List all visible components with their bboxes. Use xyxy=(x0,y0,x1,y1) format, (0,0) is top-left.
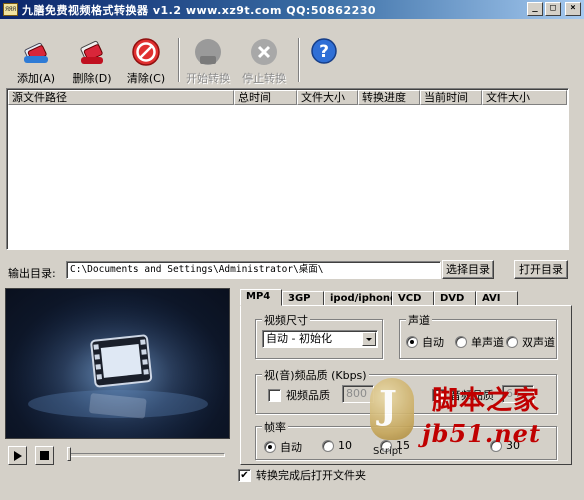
video-quality-label: 视频品质 xyxy=(286,389,330,402)
film-reel-icon xyxy=(6,289,229,438)
start-convert-icon xyxy=(192,36,224,68)
open-folder-after-label: 转换完成后打开文件夹 xyxy=(256,469,366,482)
channel-stereo-label: 双声道 xyxy=(522,336,555,349)
column-header[interactable]: 源文件路径 xyxy=(8,90,234,105)
checkbox-box: ✔ xyxy=(238,468,251,482)
tab-dvd[interactable]: DVD xyxy=(434,291,476,306)
column-header[interactable]: 文件大小 xyxy=(297,90,358,105)
quality-title: 视(音)频品质 (Kbps) xyxy=(262,367,369,383)
open-directory-button[interactable]: 打开目录 xyxy=(514,260,568,279)
file-list-header: 源文件路径 总时间 文件大小 转换进度 当前时间 文件大小 xyxy=(8,90,567,105)
video-quality-checkbox[interactable]: 视频品质 xyxy=(268,387,330,403)
no-entry-icon xyxy=(130,36,162,68)
watermark-logo: J Script 脚本之家 jb51.net xyxy=(370,378,576,468)
channel-title: 声道 xyxy=(406,312,432,328)
column-header[interactable]: 文件大小 xyxy=(482,90,567,105)
start-convert-button[interactable]: 开始转换 xyxy=(180,36,236,86)
format-tabs: MP4 3GP ipod/iphone VCD DVD AVI xyxy=(240,289,518,306)
seek-thumb[interactable] xyxy=(67,447,71,461)
tab-avi[interactable]: AVI xyxy=(476,291,518,306)
close-button[interactable]: × xyxy=(565,2,581,16)
tab-vcd[interactable]: VCD xyxy=(392,291,434,306)
watermark-brand: 脚本之家 xyxy=(432,386,541,416)
watermark-script: Script xyxy=(373,446,403,457)
stop-square-icon xyxy=(40,451,49,460)
open-folder-after-checkbox[interactable]: ✔ 转换完成后打开文件夹 xyxy=(238,467,366,483)
svg-text:?: ? xyxy=(319,42,329,62)
title-bar[interactable]: ЯЯЯ 九膳免费视频格式转换器 v1.2 www.xz9t.com QQ:508… xyxy=(0,0,584,19)
start-convert-label: 开始转换 xyxy=(186,72,230,85)
channel-auto-radio[interactable]: 自动 xyxy=(406,334,444,350)
watermark-url: jb51.net xyxy=(422,419,542,448)
channel-auto-label: 自动 xyxy=(422,336,444,349)
play-icon xyxy=(14,450,22,461)
channel-stereo-radio[interactable]: 双声道 xyxy=(506,334,555,350)
radio-dot xyxy=(406,336,418,348)
browse-directory-button[interactable]: 选择目录 xyxy=(442,260,494,279)
add-label: 添加(A) xyxy=(16,72,56,85)
framerate-10-radio[interactable]: 10 xyxy=(322,439,352,452)
column-header[interactable]: 总时间 xyxy=(234,90,297,105)
app-icon: ЯЯЯ xyxy=(3,3,18,16)
jb51-logo-icon: J xyxy=(370,378,414,440)
stop-convert-button[interactable]: 停止转换 xyxy=(236,36,292,86)
toolbar: 添加(A) 删除(D) 清除(C) 开始转换 停止转换 ? xyxy=(0,30,584,86)
channel-mono-radio[interactable]: 单声道 xyxy=(455,334,504,350)
output-dir-label: 输出目录: xyxy=(8,267,56,280)
clear-label: 清除(C) xyxy=(126,72,166,85)
seek-track[interactable] xyxy=(67,453,225,457)
channel-mono-label: 单声道 xyxy=(471,336,504,349)
radio-dot xyxy=(264,441,276,453)
delete-label: 删除(D) xyxy=(72,72,112,85)
stop-playback-button[interactable] xyxy=(35,446,54,465)
framerate-auto-radio[interactable]: 自动 xyxy=(264,439,302,455)
video-size-select[interactable]: 自动 - 初始化 xyxy=(262,330,378,348)
watermark-letter: J xyxy=(379,382,397,427)
column-header[interactable]: 转换进度 xyxy=(358,90,420,105)
output-path-field[interactable]: C:\Documents and Settings\Administrator\… xyxy=(66,261,441,279)
help-button[interactable]: ? xyxy=(296,36,352,70)
framerate-10-label: 10 xyxy=(338,439,352,452)
chevron-down-icon[interactable] xyxy=(362,332,376,346)
tab-ipod-iphone[interactable]: ipod/iphone xyxy=(324,291,397,306)
channel-group: 声道 自动 单声道 双声道 xyxy=(399,312,557,359)
stop-convert-label: 停止转换 xyxy=(242,72,286,85)
framerate-title: 帧率 xyxy=(262,419,288,435)
file-list[interactable]: 源文件路径 总时间 文件大小 转换进度 当前时间 文件大小 xyxy=(6,88,569,250)
video-size-value: 自动 - 初始化 xyxy=(266,332,332,345)
checkbox-box xyxy=(268,388,281,402)
maximize-button[interactable]: □ xyxy=(545,2,561,16)
video-size-group: 视频尺寸 自动 - 初始化 xyxy=(255,312,383,359)
radio-dot xyxy=(455,336,467,348)
framerate-auto-label: 自动 xyxy=(280,441,302,454)
window-title: 九膳免费视频格式转换器 v1.2 www.xz9t.com QQ:5086223… xyxy=(22,3,377,17)
radio-dot xyxy=(506,336,518,348)
video-size-title: 视频尺寸 xyxy=(262,312,310,328)
clear-button[interactable]: 清除(C) xyxy=(118,36,174,86)
minimize-button[interactable]: _ xyxy=(527,2,543,16)
help-icon: ? xyxy=(308,36,340,68)
add-button[interactable]: 添加(A) xyxy=(8,36,64,86)
tab-mp4[interactable]: MP4 xyxy=(240,289,282,306)
tab-3gp[interactable]: 3GP xyxy=(282,291,324,306)
video-preview xyxy=(5,288,230,439)
radio-dot xyxy=(322,439,334,452)
stop-icon xyxy=(248,36,280,68)
delete-button[interactable]: 删除(D) xyxy=(64,36,120,86)
play-button[interactable] xyxy=(8,446,27,465)
delete-file-icon xyxy=(76,36,108,68)
add-file-icon xyxy=(20,36,52,68)
column-header[interactable]: 当前时间 xyxy=(420,90,482,105)
